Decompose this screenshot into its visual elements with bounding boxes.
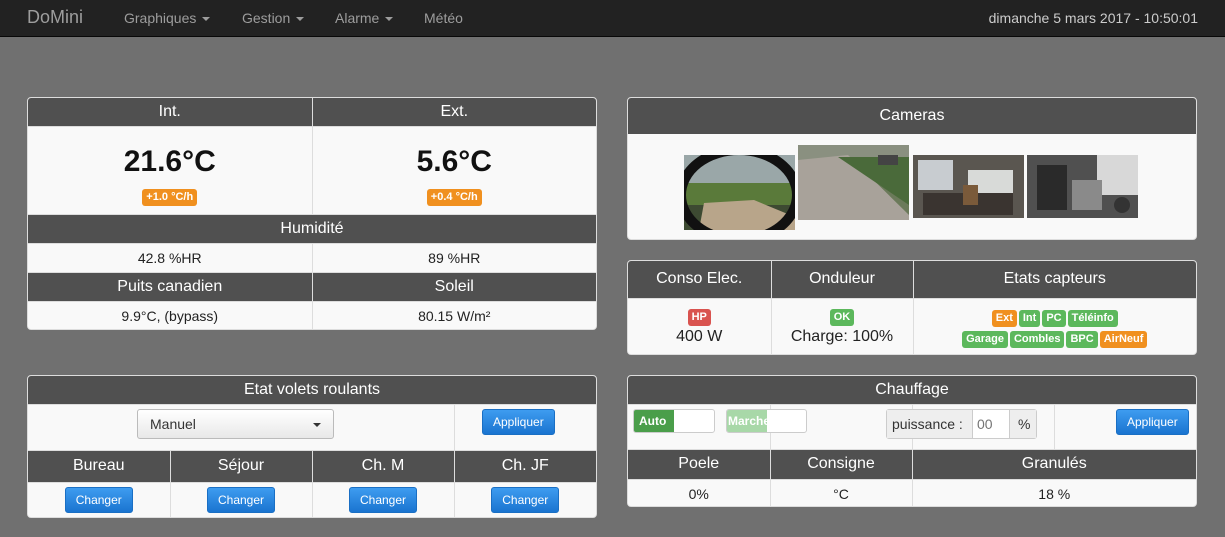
sensor-badge-bpc: BPC [1066,330,1098,348]
change-sejour-button[interactable]: Changer [206,487,276,514]
cameras-header: Cameras [628,98,1196,134]
volets-mode-select[interactable]: Manuel [137,409,334,439]
humidity-header: Humidité [28,213,596,244]
ext-header: Ext. [311,98,596,127]
int-trend-badge: +1.0 °C/h [142,188,198,206]
consigne-header: Consigne [769,448,913,480]
ext-trend-badge: +0.4 °C/h [426,188,482,206]
conso-header: Conso Elec. [628,261,772,299]
sensor-badge-pc: PC [1042,309,1066,327]
change-bureau-button[interactable]: Changer [64,487,133,514]
puissance-label: puissance : [887,410,973,438]
sensor-badges: Ext Int PC Téléinfo Garage Combles BPC AirNeuf [940,306,1170,348]
puits-value: 9.9°C, (bypass) [28,300,313,329]
room-bureau: Bureau [28,449,171,483]
status-panel: Conso Elec. Onduleur Etats capteurs HP 400 … [627,260,1197,355]
caret-down-icon [385,17,394,22]
nav-meteo[interactable]: Météo [424,10,463,26]
sensor-badge-int: Int [1018,309,1041,327]
volets-header: Etat volets roulants [28,376,596,405]
nav-graphiques[interactable]: Graphiques [124,10,211,26]
puits-header: Puits canadien [28,271,313,302]
caret-down-icon [202,17,211,22]
sensor-badge-airneuf: AirNeuf [1099,330,1148,348]
change-ch-jf-button[interactable]: Changer [491,487,560,514]
sensor-badge-garage: Garage [962,330,1008,348]
puissance-input-group: puissance : % [886,409,1037,439]
marche-toggle-label: Marche [727,410,770,432]
change-ch-m-button[interactable]: Changer [348,487,418,514]
percent-addon: % [1009,410,1036,438]
camera-garden-thumbnail[interactable] [684,155,795,230]
brand-logo[interactable]: DoMini [27,7,83,28]
int-humidity: 42.8 %HR [28,242,313,273]
volets-panel: Etat volets roulants Bureau Séjour Ch. M… [27,375,597,518]
capteurs-header: Etats capteurs [912,261,1196,299]
room-ch-jf: Ch. JF [453,449,596,483]
current-datetime: dimanche 5 mars 2017 - 10:50:01 [988,10,1198,26]
auto-toggle[interactable]: Auto [633,409,715,433]
granules-value: 18 % [911,478,1196,506]
onduleur-header: Onduleur [770,261,914,299]
volets-apply-button[interactable]: Appliquer [482,409,555,435]
ext-temperature: 5.6°C [416,144,492,178]
room-ch-m: Ch. M [311,449,455,483]
poele-header: Poele [628,448,771,480]
sensor-badge-ext: Ext [991,309,1017,327]
camera-driveway-thumbnail[interactable] [798,145,909,220]
charge-value: Charge: 100% [790,328,894,346]
tariff-badge: HP [687,309,711,327]
climate-panel: Int. Ext. 21.6°C +1.0 °C/h 5.6°C +0.4 °C/h … [27,97,597,330]
caret-down-icon [313,423,321,427]
volets-mode-value: Manuel [150,416,196,432]
auto-toggle-label: Auto [634,410,674,432]
chauffage-panel: Chauffage Poele Consigne Granulés 0% °C … [627,375,1197,507]
nav-gestion[interactable]: Gestion [242,10,305,26]
onduleur-badge: OK [829,309,855,327]
room-sejour: Séjour [169,449,313,483]
int-header: Int. [28,98,313,127]
chauffage-header: Chauffage [628,376,1196,405]
marche-toggle[interactable]: Marche [726,409,807,433]
sensor-badge-t-l-info: Téléinfo [1067,309,1118,327]
ext-humidity: 89 %HR [311,242,596,273]
sensor-badge-combles: Combles [1009,330,1065,348]
soleil-value: 80.15 W/m² [311,300,596,329]
nav-alarme[interactable]: Alarme [335,10,394,26]
navbar: DoMini Graphiques Gestion Alarme Météo d… [0,0,1225,37]
power-value: 400 W [676,328,723,346]
camera-living-room-thumbnail[interactable] [913,155,1024,230]
soleil-header: Soleil [311,271,596,302]
consigne-value: °C [769,478,913,506]
puissance-input[interactable] [973,410,1011,438]
int-temperature: 21.6°C [123,144,216,178]
chauffage-apply-button[interactable]: Appliquer [1116,409,1189,435]
caret-down-icon [296,17,305,22]
camera-garage-thumbnail[interactable] [1027,155,1138,230]
poele-value: 0% [628,478,771,506]
granules-header: Granulés [911,448,1196,480]
